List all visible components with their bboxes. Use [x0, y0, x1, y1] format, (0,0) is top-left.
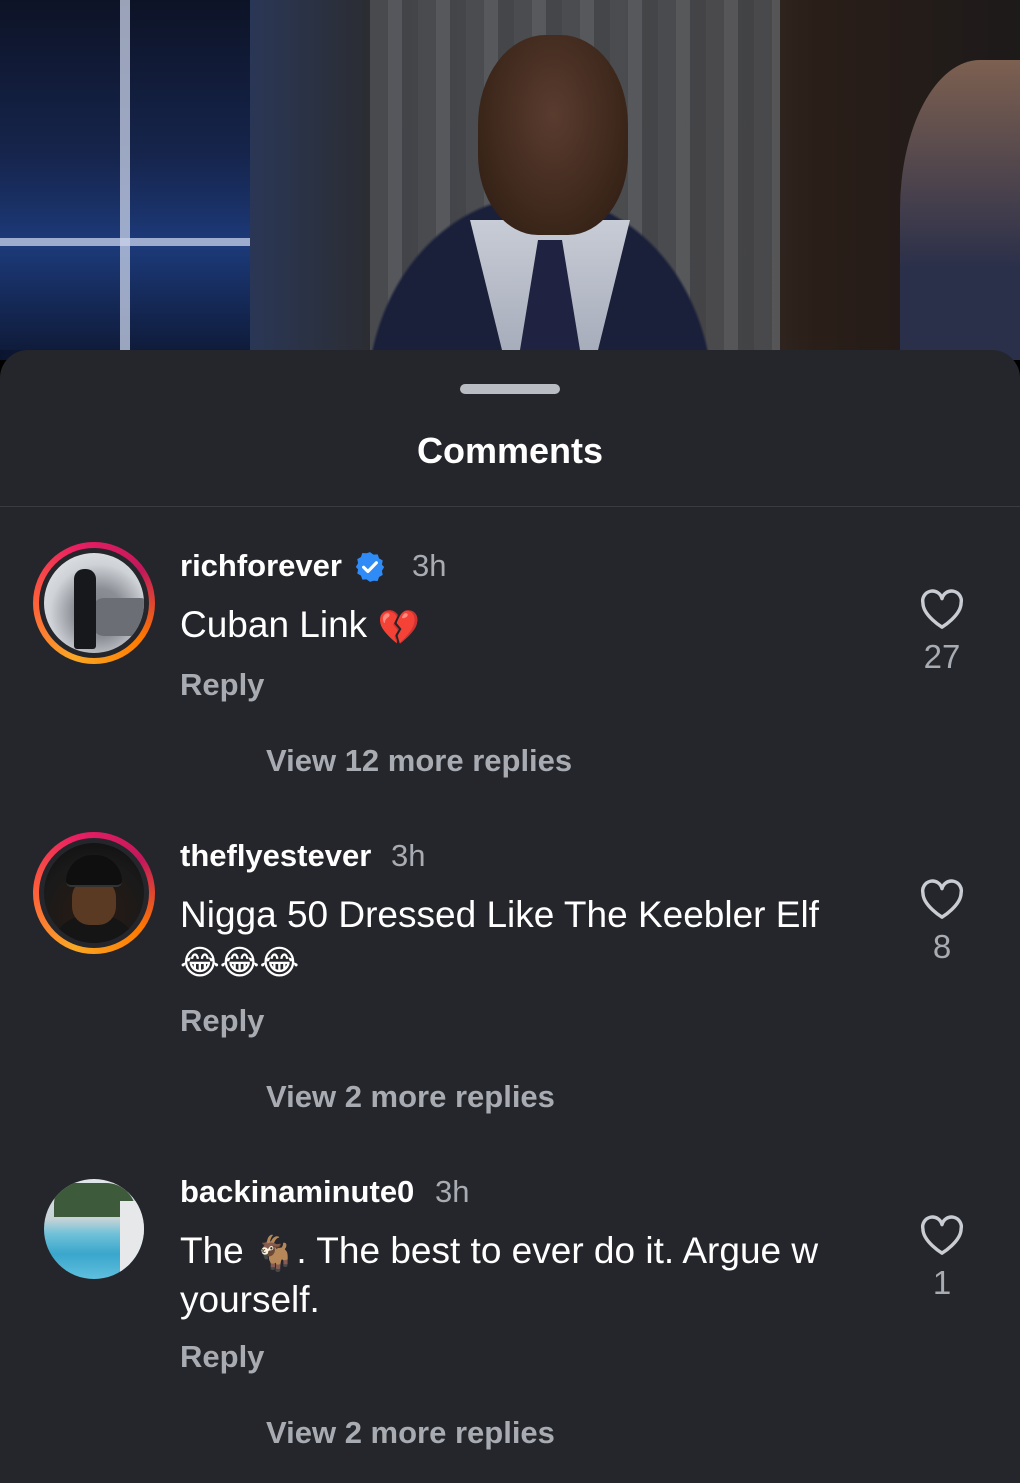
view-replies-button[interactable]: View 12 more replies [266, 743, 572, 779]
divider [0, 506, 1020, 507]
goat-emoji: 🐐 [254, 1234, 297, 1274]
video-background [0, 0, 1020, 360]
view-replies-button[interactable]: View 2 more replies [266, 1079, 555, 1115]
comments-sheet: Comments richforever 3h Cuban Link 💔 Rep… [0, 350, 1020, 1483]
host-figure [900, 60, 1020, 360]
like-count: 8 [932, 928, 952, 965]
heart-outline-icon[interactable] [919, 1214, 965, 1256]
heart-outline-icon[interactable] [919, 878, 965, 920]
comment-text-before: The [180, 1230, 244, 1271]
guest-head [478, 35, 628, 235]
comment-text: Nigga 50 Dressed Like The Keebler Elf 😂😂… [180, 892, 870, 986]
avatar[interactable] [33, 832, 155, 954]
city-window [0, 0, 250, 350]
verified-badge-icon [355, 552, 385, 582]
broken-heart-emoji: 💔 [377, 608, 420, 648]
like-count: 27 [923, 638, 961, 675]
comment-username[interactable]: richforever [180, 548, 342, 584]
window-frame [120, 0, 130, 350]
avatar[interactable] [33, 542, 155, 664]
comment-time: 3h [391, 838, 426, 873]
comment-text-body: Nigga 50 Dressed Like The Keebler Elf [180, 894, 819, 935]
comment-text-body: Cuban Link [180, 604, 368, 645]
view-replies-button[interactable]: View 2 more replies [266, 1415, 555, 1451]
comment-text: Cuban Link 💔 [180, 602, 870, 651]
reply-button[interactable]: Reply [180, 1339, 264, 1375]
sheet-title: Comments [416, 430, 604, 471]
like-button[interactable]: 1 [912, 1214, 972, 1302]
comment-username[interactable]: theflyestever [180, 838, 371, 874]
avatar[interactable] [44, 1179, 144, 1279]
like-button[interactable]: 8 [912, 878, 972, 966]
laughing-emoji: 😂😂😂 [180, 943, 300, 983]
comment-text: The 🐐. The best to ever do it. Argue w y… [180, 1228, 870, 1322]
like-button[interactable]: 27 [912, 588, 972, 676]
drag-handle[interactable] [460, 384, 560, 394]
reply-button[interactable]: Reply [180, 1003, 264, 1039]
like-count: 1 [932, 1264, 952, 1301]
comment-time: 3h [412, 548, 447, 583]
reply-button[interactable]: Reply [180, 667, 264, 703]
heart-outline-icon[interactable] [919, 588, 965, 630]
window-frame [0, 238, 250, 246]
comment-time: 3h [435, 1174, 470, 1209]
comment-username[interactable]: backinaminute0 [180, 1174, 414, 1210]
